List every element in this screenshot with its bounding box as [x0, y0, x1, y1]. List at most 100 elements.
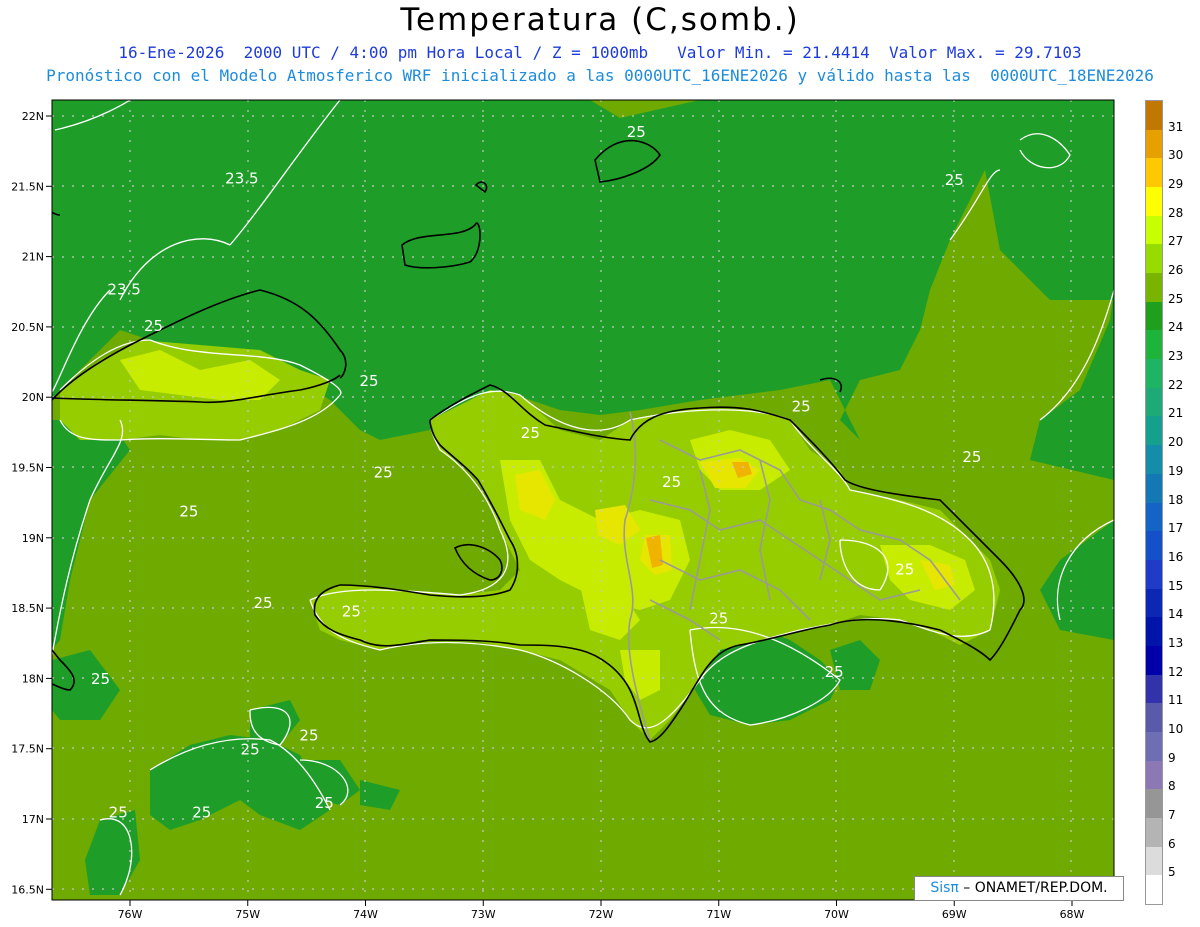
contour-label: 25 — [709, 610, 728, 628]
legend-label: 7 — [1168, 807, 1176, 822]
legend-label: 29 — [1168, 177, 1184, 192]
legend-label: 17 — [1168, 521, 1184, 536]
lon-tick-label: 74W — [353, 908, 378, 921]
legend-label: 8 — [1168, 779, 1176, 794]
legend-label: 24 — [1168, 320, 1184, 335]
contour-label: 23.5 — [107, 281, 140, 299]
color-legend: 31 30 29 28 27 26 25 24 23 22 21 20 19 18 17 16 15 14 13 12… — [1145, 100, 1183, 905]
legend-label: 27 — [1168, 234, 1184, 249]
lon-tick-label: 70W — [824, 908, 849, 921]
legend-swatch — [1146, 645, 1162, 676]
legend-label: 25 — [1168, 291, 1184, 306]
credit-box: Sisπ – ONAMET/REP.DOM. — [914, 876, 1124, 901]
legend-label: 21 — [1168, 406, 1184, 421]
legend-label: 28 — [1168, 205, 1184, 220]
legend-label: 13 — [1168, 635, 1184, 650]
contour-label: 25 — [342, 603, 361, 621]
legend-label: 30 — [1168, 148, 1184, 163]
legend-label: 6 — [1168, 836, 1176, 851]
contour-label: 25 — [945, 171, 964, 189]
legend-swatch — [1146, 875, 1162, 905]
legend-swatch — [1146, 617, 1162, 647]
lat-tick-label: 17N — [22, 813, 44, 826]
lon-tick-label: 69W — [942, 908, 967, 921]
contour-label: 25 — [299, 726, 318, 744]
legend-label: 5 — [1168, 865, 1176, 880]
credit-org: – ONAMET/REP.DOM. — [958, 880, 1108, 896]
lat-tick-label: 19.5N — [11, 462, 44, 475]
legend-swatch — [1146, 129, 1162, 159]
contour-label: 25 — [895, 560, 914, 578]
legend-swatch — [1146, 215, 1162, 245]
legend-label: 31 — [1168, 119, 1184, 134]
lon-tick-label: 73W — [471, 908, 496, 921]
legend-swatch — [1146, 588, 1162, 618]
legend-swatch — [1146, 101, 1162, 131]
legend-swatch — [1146, 273, 1162, 303]
legend-swatch — [1146, 760, 1162, 790]
legend-swatch — [1146, 416, 1162, 446]
lat-tick-label: 20.5N — [11, 321, 44, 334]
legend-label: 10 — [1168, 721, 1184, 736]
legend-swatch — [1146, 789, 1162, 819]
contour-label: 25 — [359, 372, 378, 390]
legend-swatch — [1146, 330, 1162, 360]
contour-label: 25 — [144, 317, 163, 335]
lat-tick-label: 17.5N — [11, 743, 44, 756]
legend-swatch — [1146, 158, 1162, 188]
legend-label: 12 — [1168, 664, 1184, 679]
contour-label: 25 — [521, 424, 540, 442]
lat-tick-label: 21.5N — [11, 180, 44, 193]
legend-label: 11 — [1168, 693, 1184, 708]
legend-label: 9 — [1168, 750, 1176, 765]
legend-label: 22 — [1168, 377, 1184, 392]
lat-tick-label: 22N — [22, 110, 44, 123]
contour-label: 25 — [109, 804, 128, 822]
lon-tick-label: 71W — [706, 908, 731, 921]
contour-label: 25 — [627, 123, 646, 141]
contour-label: 25 — [192, 804, 211, 822]
contour-label: 25 — [91, 670, 110, 688]
legend-swatch — [1146, 244, 1162, 274]
credit-sis: Sisπ — [930, 880, 959, 896]
legend-label: 23 — [1168, 349, 1184, 364]
lat-tick-label: 19N — [22, 532, 44, 545]
contour-label: 25 — [179, 503, 198, 521]
contour-label: 25 — [315, 794, 334, 812]
contour-label: 25 — [254, 594, 273, 612]
contour-label: 25 — [241, 740, 260, 758]
legend-swatch — [1146, 187, 1162, 217]
legend-swatch — [1146, 502, 1162, 532]
legend-swatch — [1146, 531, 1162, 561]
legend-swatch — [1146, 846, 1162, 876]
legend-swatch — [1146, 703, 1162, 733]
legend-label: 26 — [1168, 263, 1184, 278]
contour-label: 25 — [374, 463, 393, 481]
legend-label: 20 — [1168, 435, 1184, 450]
contour-label: 25 — [825, 663, 844, 681]
lon-tick-label: 72W — [589, 908, 614, 921]
legend-swatch — [1146, 301, 1162, 331]
legend-label: 15 — [1168, 578, 1184, 593]
lon-tick-label: 75W — [235, 908, 260, 921]
legend-swatch — [1146, 387, 1162, 417]
legend-swatch — [1146, 559, 1162, 590]
legend-swatch — [1146, 359, 1162, 389]
legend-label: 18 — [1168, 492, 1184, 507]
temperature-map: 23.523.5252525252525 25252525252525252525… — [11, 99, 1115, 921]
lat-tick-label: 18N — [22, 672, 44, 685]
contour-label: 25 — [662, 473, 681, 491]
contour-label: 25 — [792, 397, 811, 415]
legend-swatch — [1146, 817, 1162, 848]
legend-swatch — [1146, 731, 1162, 762]
longitude-axis: 76W 75W 74W 73W 72W 71W 70W 69W 68W — [118, 900, 1085, 921]
contour-label: 25 — [962, 448, 981, 466]
legend-swatch — [1146, 473, 1162, 503]
legend-label: 19 — [1168, 463, 1184, 478]
latitude-axis: 22N 21.5N 21N 20.5N 20N 19.5N 19N 18.5N 18N 17.5N… — [11, 110, 52, 896]
legend-label: 14 — [1168, 607, 1184, 622]
contour-label: 23.5 — [225, 169, 258, 187]
lat-tick-label: 16.5N — [11, 883, 44, 896]
lon-tick-label: 76W — [118, 908, 143, 921]
lat-tick-label: 18.5N — [11, 602, 44, 615]
